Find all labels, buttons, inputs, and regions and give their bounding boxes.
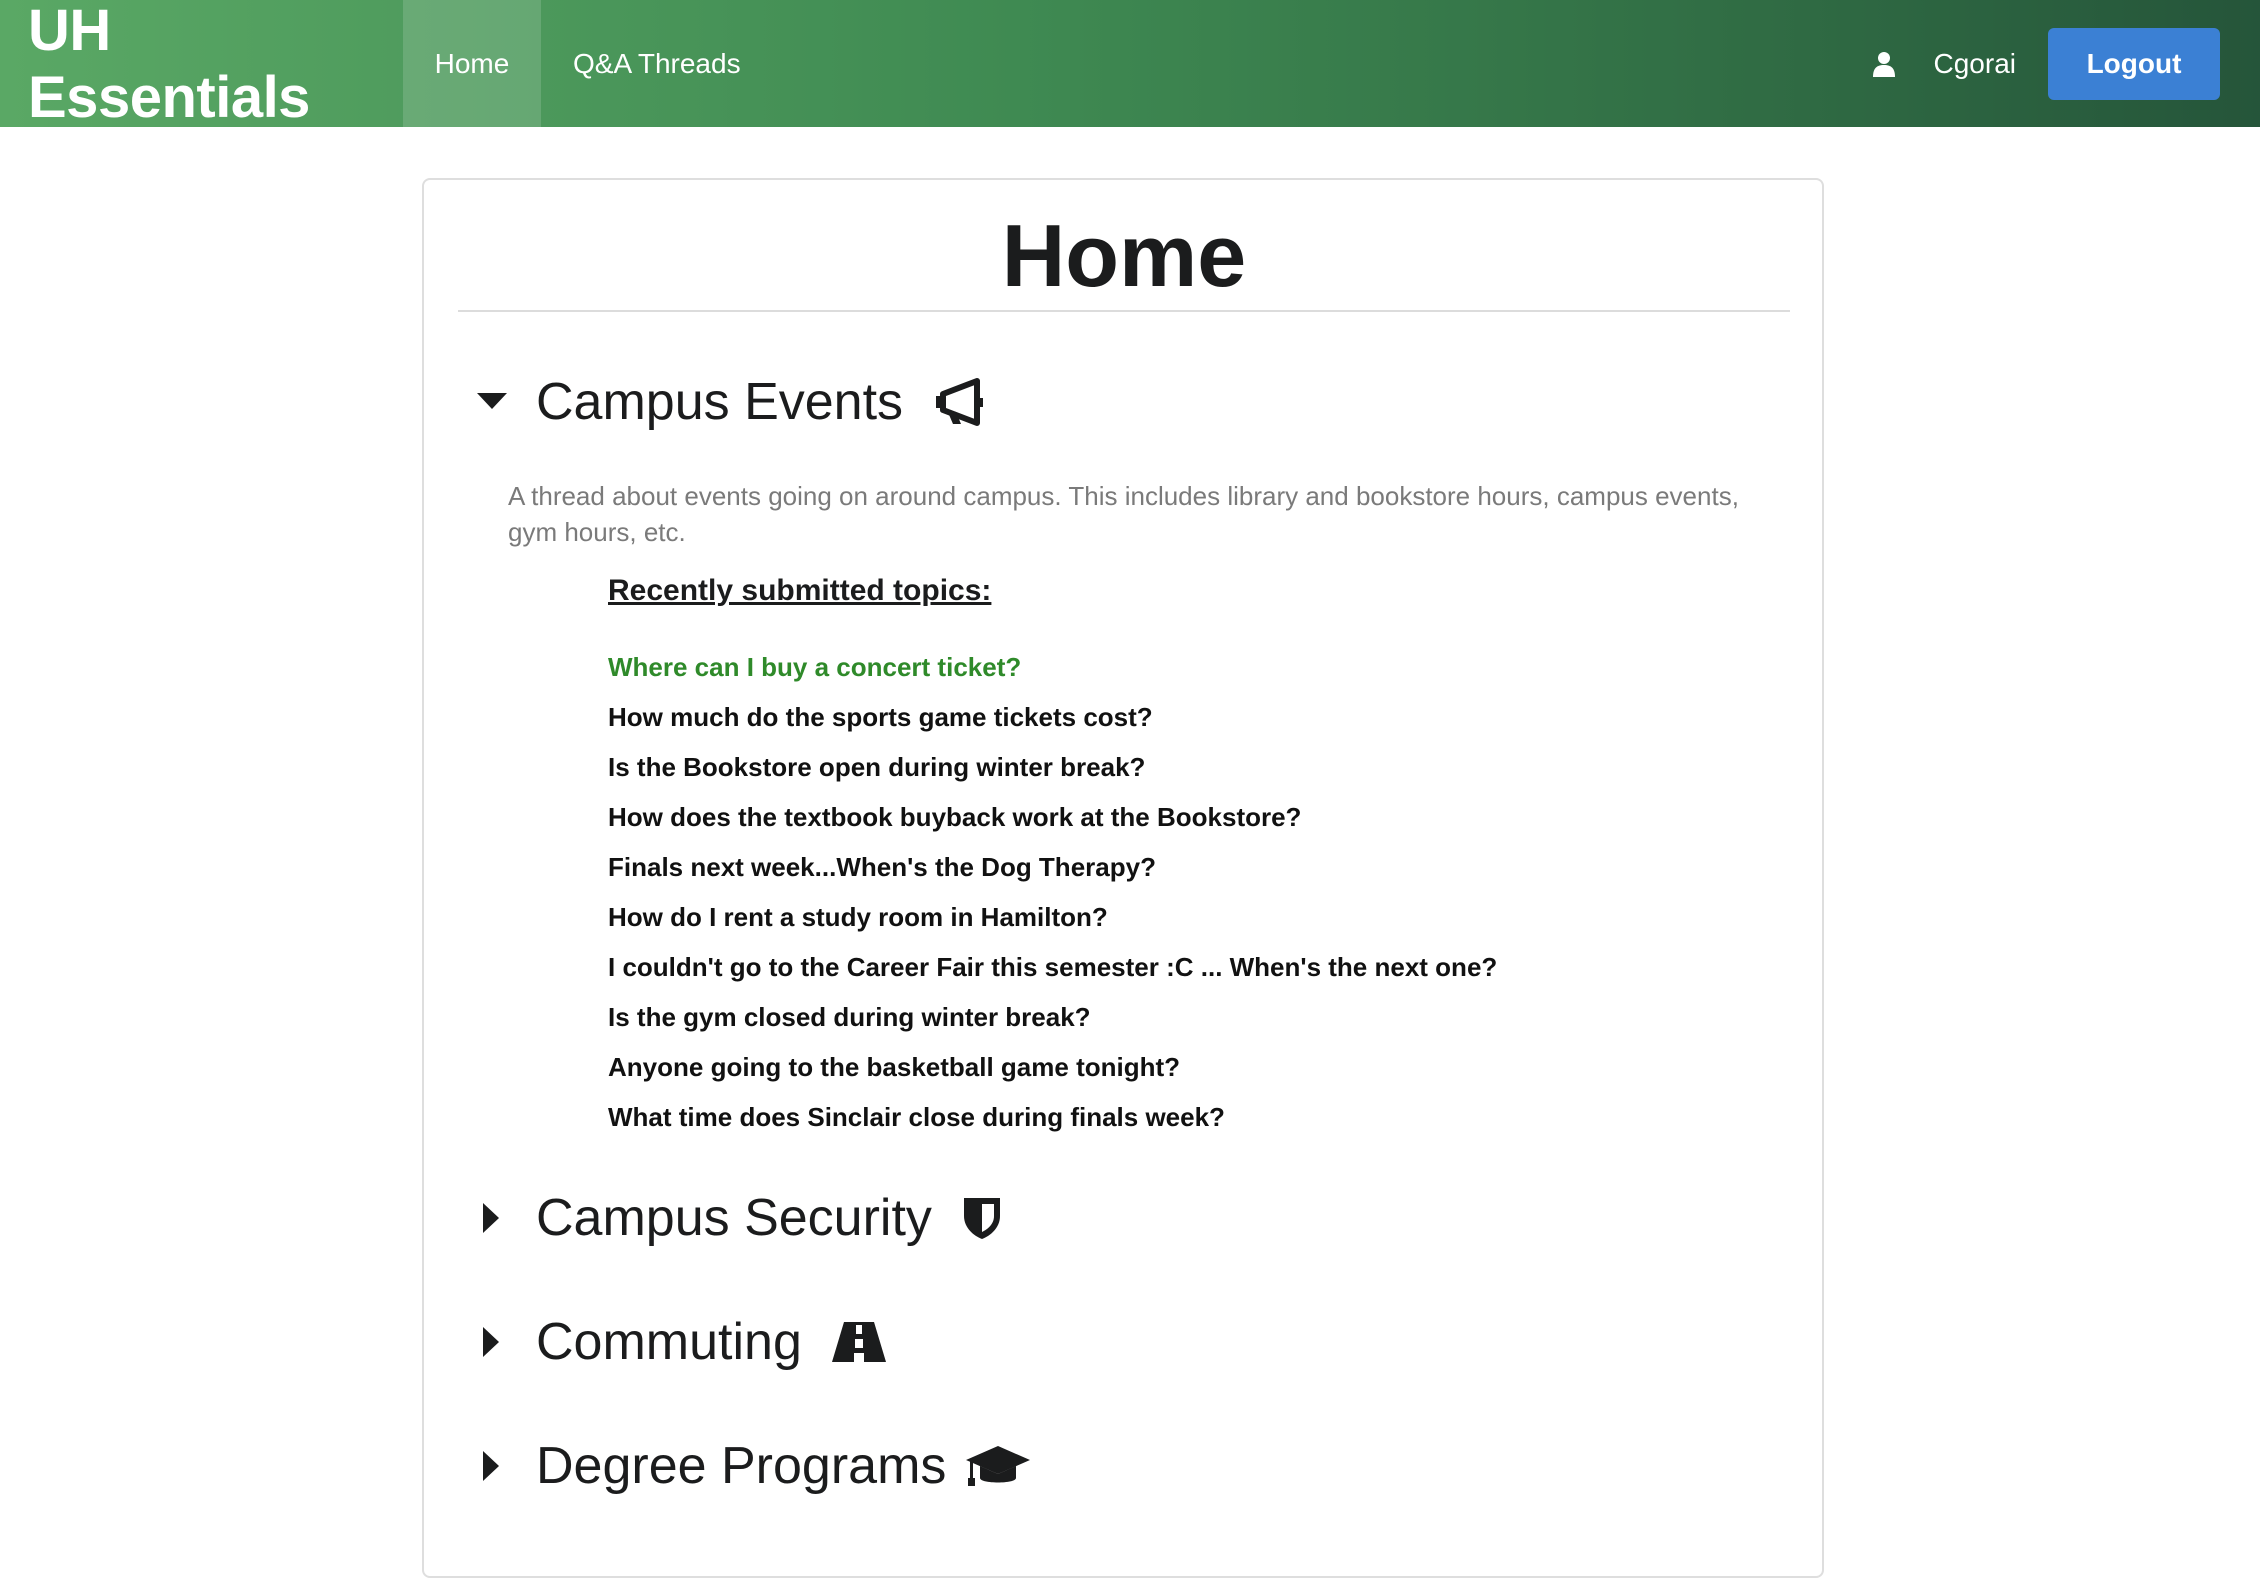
nav-qa-threads-link[interactable]: Q&A Threads [541,0,773,127]
caret-right-icon [474,1448,510,1484]
topic-link[interactable]: Finals next week...When's the Dog Therap… [608,842,1497,892]
title-divider [458,310,1790,312]
section-label: Campus Security [536,1189,932,1247]
section-description: A thread about events going on around ca… [508,481,1739,547]
section-label: Degree Programs [536,1437,947,1495]
brand-logo[interactable]: UH Essentials [0,0,403,130]
accordion-commuting[interactable]: Commuting [474,1312,886,1372]
section-label: Commuting [536,1313,802,1371]
caret-right-icon [474,1324,510,1360]
topic-link[interactable]: I couldn't go to the Career Fair this se… [608,942,1497,992]
top-navbar: UH Essentials Home Q&A Threads Cgorai Lo… [0,0,2260,130]
main-content-card: Home Campus Events A thread about events… [422,178,1824,1578]
topic-link[interactable]: How does the textbook buyback work at th… [608,792,1497,842]
nav-home-link[interactable]: Home [403,0,541,127]
logout-button[interactable]: Logout [2048,27,2220,100]
topic-link[interactable]: Is the gym closed during winter break? [608,992,1497,1042]
shield-icon [962,1196,1002,1240]
user-icon [1864,44,1904,84]
graduation-cap-icon [966,1444,1031,1488]
section-label: Campus Events [536,373,904,431]
topic-link[interactable]: How do I rent a study room in Hamilton? [608,892,1497,942]
topic-link[interactable]: What time does Sinclair close during fin… [608,1092,1497,1142]
accordion-campus-security[interactable]: Campus Security [474,1188,1002,1248]
username-label[interactable]: Cgorai [1934,48,2016,80]
nav-user-area: Cgorai Logout [1864,0,2260,127]
topic-link[interactable]: Anyone going to the basketball game toni… [608,1042,1497,1092]
accordion-degree-programs[interactable]: Degree Programs [474,1436,1031,1496]
page-title: Home [1001,206,1247,305]
recent-topics-heading: Recently submitted topics: [608,574,992,607]
bullhorn-icon [933,378,985,426]
caret-right-icon [474,1200,510,1236]
topic-link[interactable]: How much do the sports game tickets cost… [608,692,1497,742]
topic-link[interactable]: Is the Bookstore open during winter brea… [608,742,1497,792]
accordion-campus-events[interactable]: Campus Events [474,372,985,432]
road-icon [831,1322,886,1362]
caret-down-icon [474,384,510,420]
topic-link[interactable]: Where can I buy a concert ticket? [608,642,1497,692]
topic-list: Where can I buy a concert ticket? How mu… [608,642,1497,1142]
